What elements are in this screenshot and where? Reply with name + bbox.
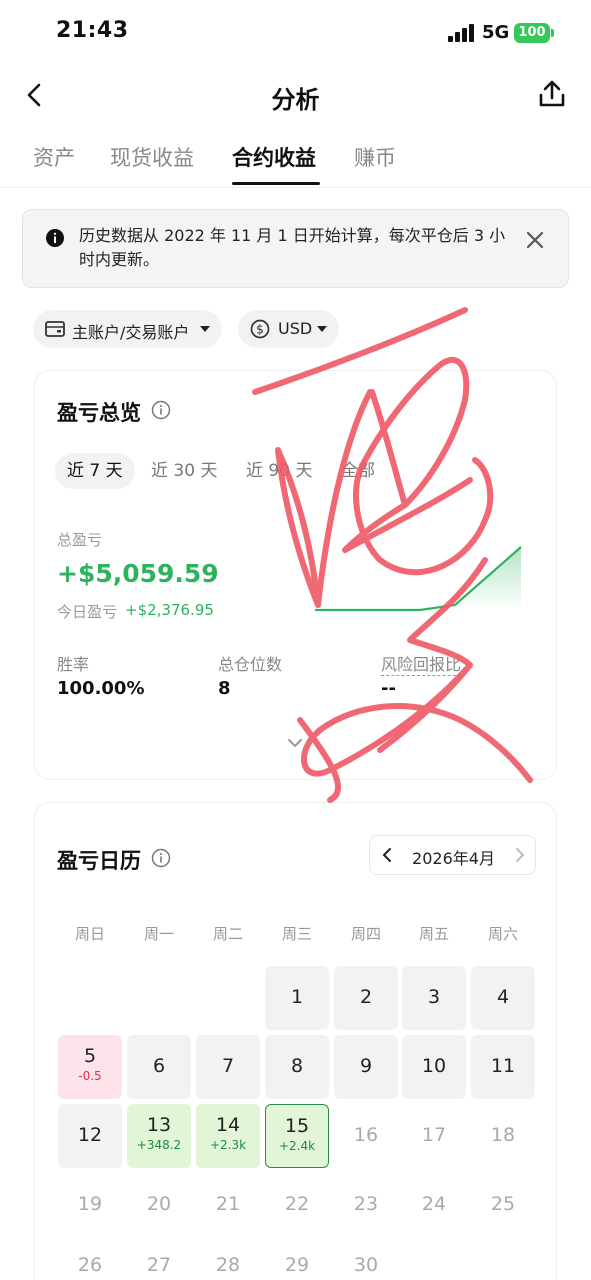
- total-pnl-value: +$5,059.59: [57, 559, 219, 588]
- pnl-overview-card: 盈亏总览 近 7 天 近 30 天 近 90 天 全部 总盈亏 +$5,059.…: [34, 370, 557, 780]
- overview-title: 盈亏总览: [57, 401, 141, 425]
- account-selector[interactable]: 主账户/交易账户: [33, 310, 222, 348]
- account-label: 主账户/交易账户: [72, 323, 190, 342]
- tab-assets[interactable]: 资产: [33, 142, 75, 172]
- calendar-day-today[interactable]: 15 +2.4k: [265, 1104, 329, 1168]
- day-pnl: +348.2: [136, 1138, 182, 1152]
- info-icon: [46, 229, 64, 247]
- calendar-day-future: 27: [146, 1254, 172, 1276]
- win-rate-label: 胜率: [57, 655, 90, 674]
- tab-spot-pnl[interactable]: 现货收益: [110, 142, 194, 172]
- calendar-day[interactable]: 8: [265, 1035, 329, 1099]
- weekday-sat: 周六: [487, 925, 518, 943]
- weekday-fri: 周五: [418, 925, 449, 943]
- network-type: 5G: [482, 22, 510, 43]
- nav-bar: 分析: [0, 70, 591, 122]
- calendar-day[interactable]: 11: [471, 1035, 535, 1099]
- calendar-day-future: 22: [284, 1193, 310, 1215]
- caret-down-icon: [200, 326, 210, 332]
- calendar-day-future: 18: [490, 1124, 516, 1146]
- page-title: 分析: [271, 86, 320, 114]
- chevron-down-icon[interactable]: [285, 736, 305, 750]
- weekday-tue: 周二: [212, 925, 243, 943]
- position-count-label: 总仓位数: [218, 655, 283, 674]
- calendar-day-loss[interactable]: 5 -0.5: [58, 1035, 122, 1099]
- calendar-day[interactable]: 12: [58, 1104, 122, 1168]
- calendar-day[interactable]: 6: [127, 1035, 191, 1099]
- pnl-trend-sparkline: [315, 546, 522, 612]
- calendar-day-future: 24: [421, 1193, 447, 1215]
- calendar-day[interactable]: 9: [334, 1035, 398, 1099]
- calendar-day-future: 23: [353, 1193, 379, 1215]
- calendar-day-future: 16: [353, 1124, 379, 1146]
- today-pnl-value: +$2,376.95: [125, 601, 214, 619]
- close-icon[interactable]: [523, 228, 547, 252]
- period-30d[interactable]: 近 30 天: [151, 453, 217, 489]
- currency-selector[interactable]: $ USD: [238, 310, 339, 348]
- battery-tip: [551, 29, 554, 37]
- calendar-day-future: 30: [353, 1254, 379, 1276]
- info-notice: 历史数据从 2022 年 11 月 1 日开始计算，每次平仓后 3 小时内更新。: [22, 209, 569, 288]
- dollar-coin-icon: $: [250, 319, 270, 339]
- caret-down-icon: [317, 326, 327, 332]
- tab-bar: 资产 现货收益 合约收益 赚币: [0, 136, 591, 188]
- weekday-sun: 周日: [74, 925, 105, 943]
- calendar-day-future: 17: [421, 1124, 447, 1146]
- chevron-right-icon[interactable]: [511, 846, 529, 864]
- wallet-icon: [45, 321, 65, 337]
- day-pnl: +2.3k: [209, 1138, 247, 1152]
- svg-text:$: $: [256, 323, 264, 337]
- notice-text: 历史数据从 2022 年 11 月 1 日开始计算，每次平仓后 3 小时内更新。: [79, 226, 506, 269]
- today-pnl-label: 今日盈亏: [57, 603, 118, 621]
- risk-reward-label[interactable]: 风险回报比: [381, 651, 462, 676]
- currency-label: USD: [278, 319, 313, 338]
- calendar-day[interactable]: 7: [196, 1035, 260, 1099]
- period-90d[interactable]: 近 90 天: [246, 453, 312, 489]
- calendar-day-future: 20: [146, 1193, 172, 1215]
- calendar-day-profit[interactable]: 14 +2.3k: [196, 1104, 260, 1168]
- calendar-day-future: 28: [215, 1254, 241, 1276]
- battery-icon: 100: [514, 23, 550, 43]
- calendar-day[interactable]: 1: [265, 966, 329, 1030]
- calendar-day[interactable]: 2: [334, 966, 398, 1030]
- calendar-day-future: 25: [490, 1193, 516, 1215]
- signal-icon: [448, 24, 474, 42]
- risk-reward-value: --: [381, 678, 396, 699]
- calendar-day[interactable]: 3: [402, 966, 466, 1030]
- win-rate-value: 100.00%: [57, 678, 145, 699]
- calendar-day-future: 19: [77, 1193, 103, 1215]
- day-pnl: -0.5: [78, 1069, 102, 1083]
- calendar-day-future: 21: [215, 1193, 241, 1215]
- info-outline-icon[interactable]: [151, 400, 171, 420]
- status-time: 21:43: [56, 18, 129, 43]
- calendar-day[interactable]: 10: [402, 1035, 466, 1099]
- position-count-value: 8: [218, 678, 231, 699]
- active-tab-indicator: [232, 182, 320, 185]
- calendar-day-profit[interactable]: 13 +348.2: [127, 1104, 191, 1168]
- pnl-calendar-card: 盈亏日历 2026年4月 周日 周一 周二 周三 周四 周五 周六 1 2 3 …: [34, 802, 557, 1280]
- status-bar: 21:43 5G 100: [0, 0, 591, 60]
- info-outline-icon[interactable]: [151, 848, 171, 868]
- weekday-wed: 周三: [281, 925, 312, 943]
- period-7d[interactable]: 近 7 天: [55, 453, 135, 489]
- tab-earn[interactable]: 赚币: [354, 142, 396, 172]
- period-all[interactable]: 全部: [341, 453, 375, 489]
- calendar-day-future: 29: [284, 1254, 310, 1276]
- tab-futures-pnl[interactable]: 合约收益: [232, 142, 316, 172]
- month-picker: 2026年4月: [369, 835, 536, 875]
- day-pnl: +2.4k: [278, 1139, 316, 1153]
- weekday-thu: 周四: [350, 925, 381, 943]
- calendar-day-future: 26: [77, 1254, 103, 1276]
- share-icon[interactable]: [536, 78, 568, 110]
- total-pnl-label: 总盈亏: [57, 531, 103, 549]
- weekday-mon: 周一: [143, 925, 174, 943]
- calendar-title: 盈亏日历: [57, 849, 141, 873]
- calendar-day[interactable]: 4: [471, 966, 535, 1030]
